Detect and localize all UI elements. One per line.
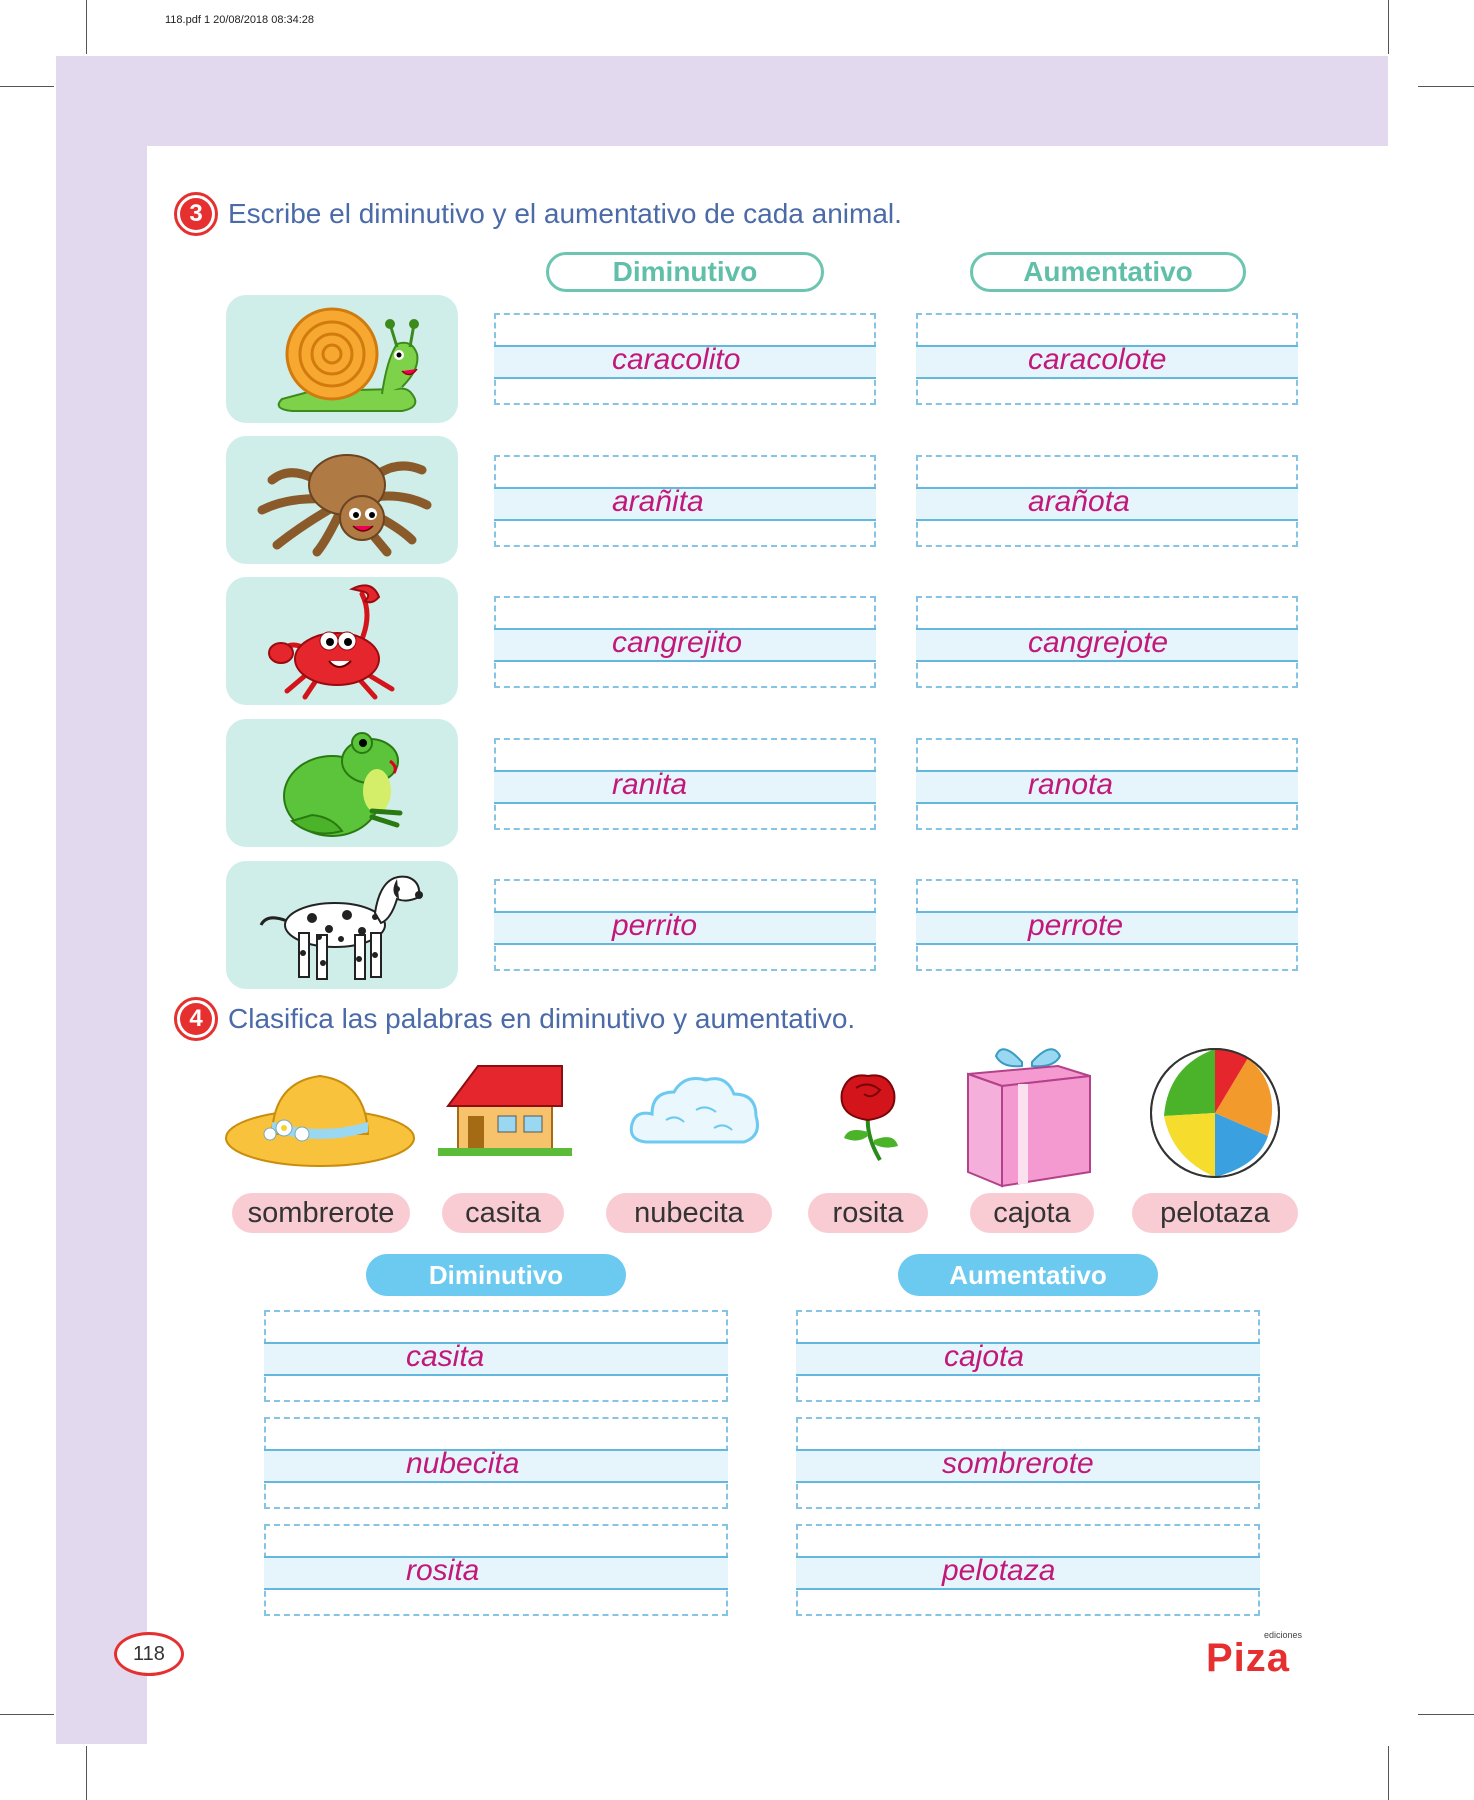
hat-picture [222, 1060, 418, 1170]
purple-band-top [56, 56, 1388, 146]
animal-card-frog [226, 719, 458, 847]
exercise-number-badge: 4 [174, 997, 218, 1041]
answer-box-diminutivo[interactable]: rosita [264, 1524, 728, 1616]
snail-icon [277, 307, 419, 412]
hat-icon [225, 1074, 415, 1167]
animal-card-dog [226, 861, 458, 989]
frog-icon [283, 732, 403, 837]
word-chip[interactable]: nubecita [606, 1193, 772, 1233]
crop-mark [1418, 1714, 1474, 1715]
word-chip[interactable]: rosita [808, 1193, 928, 1233]
crop-mark [1418, 86, 1474, 87]
answer-word: cangrejito [612, 626, 743, 659]
answer-box-aumentativo[interactable]: pelotaza [796, 1524, 1260, 1616]
exercise-4-instruction: Clasifica las palabras en diminutivo y a… [228, 1003, 856, 1034]
crop-mark [0, 1714, 54, 1715]
animal-card-crab [226, 577, 458, 705]
answer-word: perrito [612, 909, 698, 942]
crop-mark [1388, 1746, 1389, 1800]
spider-icon [257, 454, 432, 557]
answer-word: casita [406, 1340, 485, 1373]
cloud-icon [629, 1077, 759, 1144]
exercise-3-title: 3 Escribe el diminutivo y el aumentativo… [174, 192, 902, 236]
answer-word: cajota [944, 1340, 1025, 1373]
ball-picture [1148, 1046, 1282, 1180]
answer-word: rosita [406, 1554, 480, 1587]
answer-box-aumentativo[interactable]: caracolote [916, 313, 1298, 405]
print-header: 118.pdf 1 20/08/2018 08:34:28 [165, 14, 315, 26]
crop-mark [86, 1746, 87, 1800]
answer-box-diminutivo[interactable]: nubecita [264, 1417, 728, 1509]
crop-mark [1388, 0, 1389, 54]
answer-box-aumentativo[interactable]: arañota [916, 455, 1298, 547]
answer-box-aumentativo[interactable]: perrote [916, 879, 1298, 971]
answer-box-aumentativo[interactable]: ranota [916, 738, 1298, 830]
answer-word: sombrerote [942, 1447, 1094, 1480]
answer-word: caracolito [612, 343, 741, 376]
word-chip[interactable]: casita [442, 1193, 564, 1233]
word-chip[interactable]: sombrerote [232, 1193, 410, 1233]
rose-picture [828, 1066, 908, 1162]
answer-word: caracolote [1028, 343, 1167, 376]
gift-box-icon [967, 1048, 1091, 1188]
answer-word: ranota [1028, 768, 1114, 801]
answer-word: ranita [612, 768, 688, 801]
answer-word: arañita [612, 485, 704, 518]
word-chip[interactable]: pelotaza [1132, 1193, 1298, 1233]
answer-box-aumentativo[interactable]: cajota [796, 1310, 1260, 1402]
answer-box-aumentativo[interactable]: cangrejote [916, 596, 1298, 688]
header-diminutivo-4: Diminutivo [366, 1254, 626, 1296]
exercise-3-instruction: Escribe el diminutivo y el aumentativo d… [228, 198, 902, 229]
answer-word: nubecita [406, 1447, 520, 1480]
purple-band-left [56, 56, 147, 1744]
answer-box-diminutivo[interactable]: perrito [494, 879, 876, 971]
answer-box-diminutivo[interactable]: casita [264, 1310, 728, 1402]
page-number: 118 [114, 1632, 184, 1676]
rose-icon [840, 1074, 898, 1162]
answer-box-aumentativo[interactable]: sombrerote [796, 1417, 1260, 1509]
exercise-number-badge: 3 [174, 192, 218, 236]
beach-ball-icon [1150, 1048, 1280, 1178]
answer-box-diminutivo[interactable]: caracolito [494, 313, 876, 405]
crop-mark [0, 86, 54, 87]
publisher-logo: ediciones Piza [1206, 1630, 1302, 1690]
header-diminutivo: Diminutivo [546, 252, 824, 292]
header-aumentativo: Aumentativo [970, 252, 1246, 292]
answer-word: perrote [1028, 909, 1124, 942]
logo-text: Piza [1206, 1636, 1291, 1680]
answer-box-diminutivo[interactable]: cangrejito [494, 596, 876, 688]
crab-icon [268, 584, 395, 700]
cloud-picture [626, 1070, 762, 1154]
dalmatian-dog-icon [259, 875, 423, 980]
answer-box-diminutivo[interactable]: ranita [494, 738, 876, 830]
crop-mark [86, 0, 87, 54]
house-picture [438, 1062, 572, 1158]
answer-word: arañota [1028, 485, 1130, 518]
house-icon [438, 1065, 572, 1156]
word-chip[interactable]: cajota [970, 1193, 1094, 1233]
header-aumentativo-4: Aumentativo [898, 1254, 1158, 1296]
animal-card-spider [226, 436, 458, 564]
exercise-4-title: 4 Clasifica las palabras en diminutivo y… [174, 997, 855, 1041]
animal-card-snail [226, 295, 458, 423]
answer-word: cangrejote [1028, 626, 1169, 659]
gift-box-picture [962, 1040, 1096, 1188]
answer-box-diminutivo[interactable]: arañita [494, 455, 876, 547]
answer-word: pelotaza [942, 1554, 1056, 1587]
